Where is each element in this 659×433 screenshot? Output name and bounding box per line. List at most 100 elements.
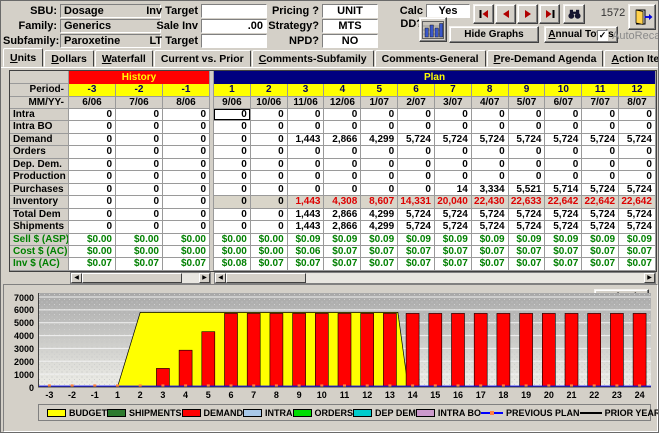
grid-cell[interactable]: 5,724: [582, 183, 620, 197]
grid-cell[interactable]: 0: [545, 171, 583, 184]
grid-cell[interactable]: $0.09: [545, 233, 583, 246]
grid-cell[interactable]: 0: [619, 146, 656, 159]
grid-cell[interactable]: 0: [214, 221, 251, 234]
grid-cell[interactable]: 5,521: [508, 183, 546, 197]
plan-scrollbar-thumb[interactable]: [226, 273, 306, 283]
graph-settings-button[interactable]: [419, 17, 447, 42]
grid-cell[interactable]: $0.07: [250, 258, 288, 271]
grid-cell[interactable]: 0: [324, 109, 362, 122]
grid-cell[interactable]: 0: [287, 171, 325, 184]
prev-record-button[interactable]: [495, 4, 516, 24]
grid-cell[interactable]: 22,642: [582, 196, 620, 209]
grid-cell[interactable]: 0: [582, 121, 620, 134]
grid-cell[interactable]: 22,430: [471, 196, 509, 209]
grid-cell[interactable]: 0: [434, 109, 472, 122]
grid-cell[interactable]: 0: [471, 171, 509, 184]
grid-cell[interactable]: $0.09: [287, 233, 325, 246]
grid-cell[interactable]: 0: [434, 146, 472, 159]
grid-cell[interactable]: 5,724: [398, 221, 435, 234]
grid-cell[interactable]: 3,334: [471, 183, 509, 197]
scroll-right-icon[interactable]: ▶: [199, 273, 210, 283]
grid-cell[interactable]: 2,866: [324, 133, 362, 147]
next-record-button[interactable]: [517, 4, 538, 24]
grid-cell[interactable]: 0: [250, 171, 288, 184]
grid-cell[interactable]: 0: [434, 121, 472, 134]
scroll-left-icon[interactable]: ◀: [71, 273, 82, 283]
tab-current-vs-prior[interactable]: Current vs. Prior: [153, 50, 251, 67]
grid-cell[interactable]: 2,866: [324, 208, 362, 222]
grid-cell[interactable]: 5,724: [619, 208, 656, 222]
grid-cell[interactable]: 0: [116, 196, 163, 209]
grid-cell[interactable]: $0.07: [582, 258, 620, 271]
grid-cell[interactable]: 0: [163, 121, 210, 134]
grid-cell[interactable]: 14,331: [398, 196, 435, 209]
grid-cell[interactable]: 5,724: [619, 221, 656, 234]
grid-cell[interactable]: 0: [582, 146, 620, 159]
grid-cell[interactable]: $0.00: [214, 245, 251, 259]
grid-cell[interactable]: 0: [69, 158, 116, 172]
grid-cell[interactable]: $0.09: [324, 233, 362, 246]
grid-cell[interactable]: 0: [287, 109, 325, 122]
grid-cell[interactable]: 0: [287, 121, 325, 134]
grid-cell[interactable]: 0: [250, 109, 288, 122]
grid-cell[interactable]: 0: [250, 183, 288, 197]
grid-cell[interactable]: $0.08: [214, 258, 251, 271]
grid-cell[interactable]: 0: [361, 183, 399, 197]
tab-dollars[interactable]: Dollars: [44, 50, 94, 67]
tab-comments-subfamily[interactable]: Comments-Subfamily: [251, 50, 374, 67]
grid-cell[interactable]: $0.00: [214, 233, 251, 246]
scroll-left-icon[interactable]: ◀: [215, 273, 226, 283]
grid-cell[interactable]: 5,724: [398, 208, 435, 222]
grid-cell[interactable]: $0.07: [471, 258, 509, 271]
grid-cell[interactable]: $0.06: [287, 245, 325, 259]
grid-cell[interactable]: 0: [163, 171, 210, 184]
grid-cell[interactable]: 5,724: [508, 208, 546, 222]
grid-cell[interactable]: 0: [116, 208, 163, 222]
grid-cell[interactable]: 5,724: [471, 221, 509, 234]
grid-cell[interactable]: 5,724: [434, 208, 472, 222]
grid-cell[interactable]: 5,724: [434, 133, 472, 147]
tab-pre-demand-agenda[interactable]: Pre-Demand Agenda: [486, 50, 604, 67]
grid-cell[interactable]: $0.07: [324, 245, 362, 259]
grid-cell[interactable]: 0: [545, 158, 583, 172]
grid-cell[interactable]: 0: [508, 146, 546, 159]
grid-cell[interactable]: $0.07: [545, 245, 583, 259]
grid-cell[interactable]: 5,724: [508, 133, 546, 147]
grid-cell[interactable]: 20,040: [434, 196, 472, 209]
grid-cell[interactable]: $0.09: [508, 233, 546, 246]
grid-cell[interactable]: 0: [163, 196, 210, 209]
grid-cell[interactable]: 0: [582, 158, 620, 172]
grid-cell[interactable]: $0.07: [508, 245, 546, 259]
grid-cell[interactable]: $0.09: [471, 233, 509, 246]
grid-cell[interactable]: 0: [471, 158, 509, 172]
plan-scrollbar[interactable]: ◀ ▶: [214, 272, 656, 284]
hide-graphs-button[interactable]: Hide Graphs: [449, 26, 539, 43]
grid-cell[interactable]: $0.07: [324, 258, 362, 271]
grid-cell[interactable]: 0: [69, 133, 116, 147]
last-record-button[interactable]: [539, 4, 560, 24]
grid-cell[interactable]: 5,724: [508, 221, 546, 234]
inv-target-field[interactable]: [201, 4, 267, 18]
grid-cell[interactable]: $0.07: [434, 258, 472, 271]
grid-cell[interactable]: 0: [214, 109, 251, 122]
grid-cell[interactable]: $0.07: [361, 258, 399, 271]
tab-action-items[interactable]: Action Items: [604, 50, 658, 67]
first-record-button[interactable]: [473, 4, 494, 24]
grid-cell[interactable]: 5,724: [545, 133, 583, 147]
grid-cell[interactable]: 0: [116, 158, 163, 172]
grid-cell[interactable]: 0: [324, 158, 362, 172]
grid-cell[interactable]: 0: [361, 109, 399, 122]
grid-cell[interactable]: $0.09: [619, 233, 656, 246]
grid-cell[interactable]: 8,607: [361, 196, 399, 209]
grid-cell[interactable]: 0: [214, 133, 251, 147]
grid-cell[interactable]: 0: [619, 171, 656, 184]
grid-cell[interactable]: 0: [398, 158, 435, 172]
history-scrollbar[interactable]: ◀ ▶: [70, 272, 211, 284]
grid-cell[interactable]: 0: [214, 183, 251, 197]
grid-cell[interactable]: 0: [214, 208, 251, 222]
grid-cell[interactable]: 0: [214, 171, 251, 184]
grid-cell[interactable]: 22,633: [508, 196, 546, 209]
grid-cell[interactable]: 0: [287, 183, 325, 197]
grid-cell[interactable]: 5,724: [471, 208, 509, 222]
grid-cell[interactable]: 0: [116, 183, 163, 197]
